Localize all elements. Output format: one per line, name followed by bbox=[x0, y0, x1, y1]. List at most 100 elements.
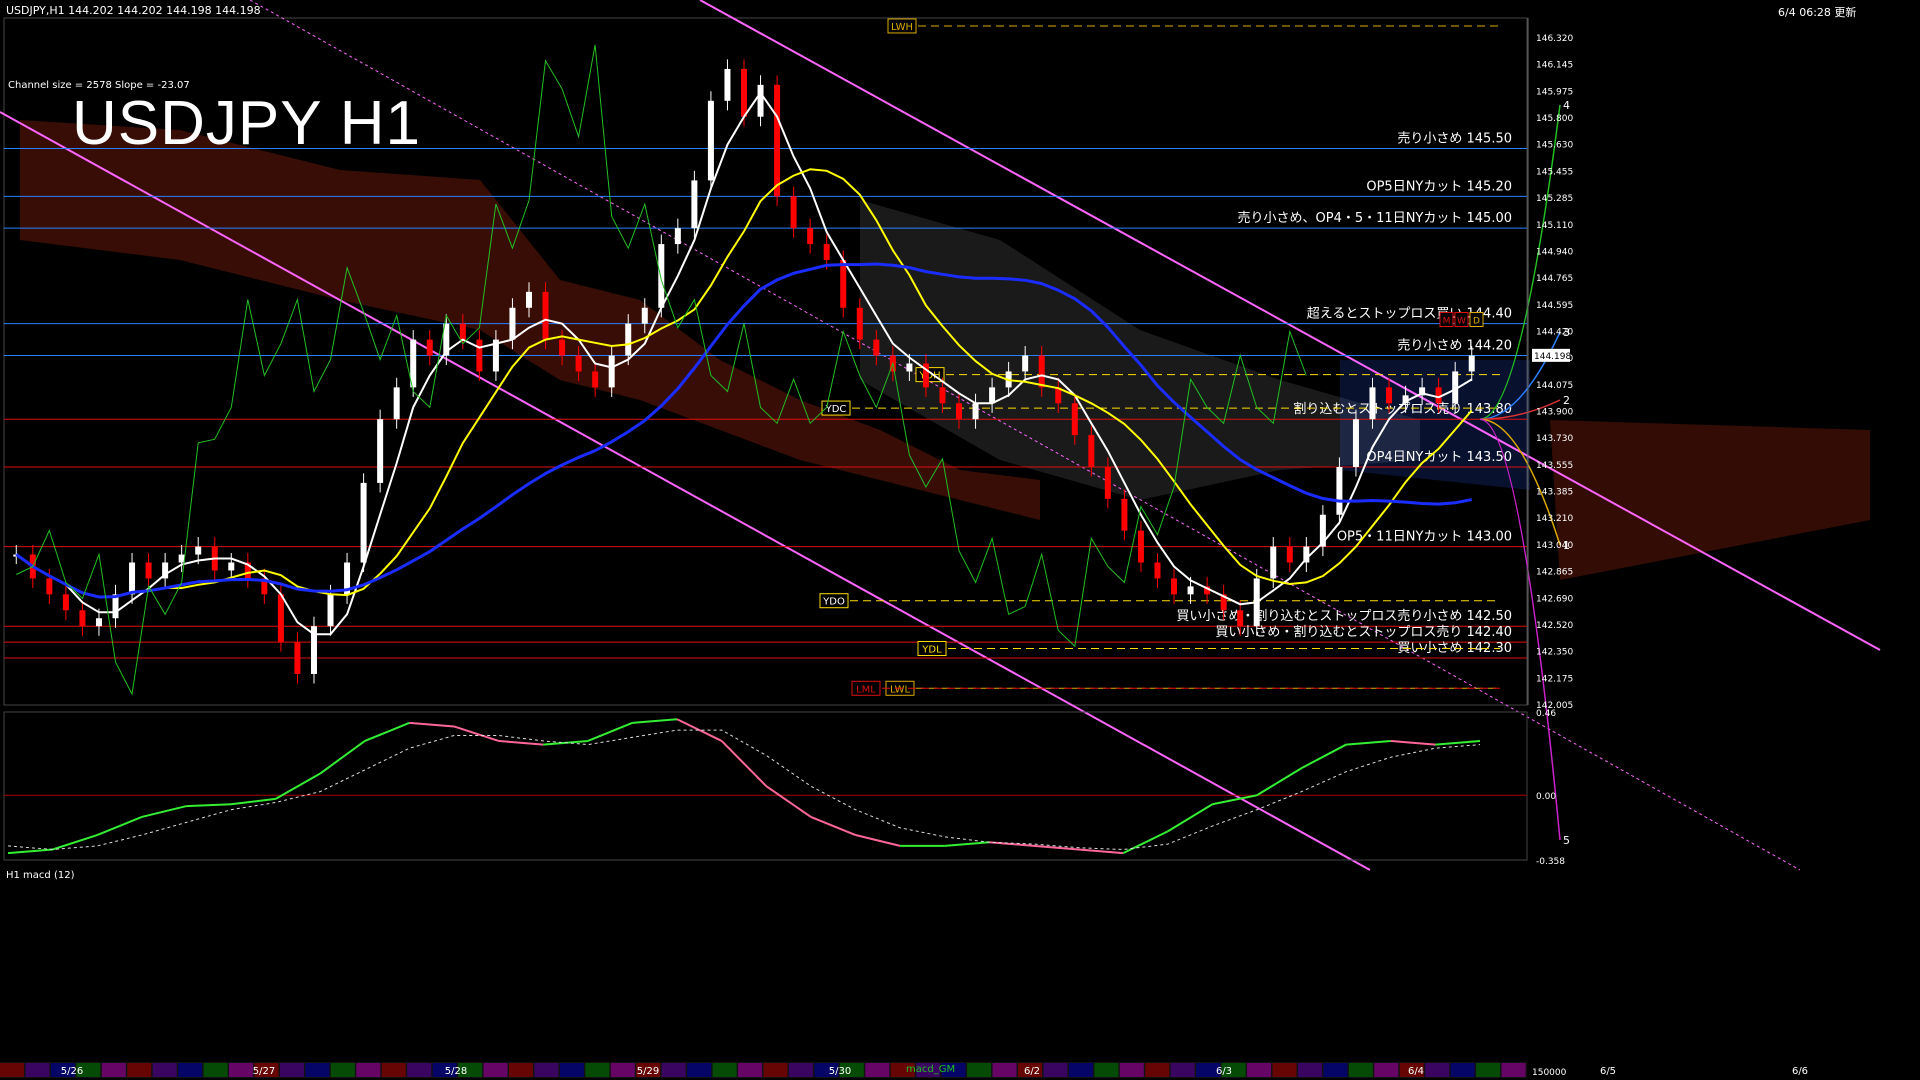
ichimoku-cloud-blue bbox=[1340, 360, 1530, 490]
date-label: 6/6 bbox=[1792, 1066, 1808, 1077]
price-tick-label: 145.975 bbox=[1536, 87, 1573, 97]
candle-body bbox=[327, 594, 334, 627]
price-tick-label: 146.320 bbox=[1536, 34, 1573, 44]
date-label: 6/5 bbox=[1600, 1066, 1616, 1077]
candle-body bbox=[377, 419, 384, 483]
date-label: 6/2 bbox=[1024, 1066, 1040, 1077]
date-bar-segment bbox=[1297, 1063, 1322, 1077]
candle-body bbox=[393, 387, 400, 420]
price-tick-label: 145.630 bbox=[1536, 141, 1573, 151]
date-label: 5/26 bbox=[61, 1066, 83, 1077]
price-tick-label: 143.210 bbox=[1536, 514, 1573, 524]
date-bar-segment bbox=[763, 1063, 788, 1077]
candle-body bbox=[62, 594, 69, 611]
candle-body bbox=[840, 260, 847, 308]
candle-body bbox=[1022, 355, 1029, 372]
candle-body bbox=[509, 307, 516, 340]
date-bar-segment bbox=[101, 1063, 126, 1077]
candle-body bbox=[1104, 466, 1111, 499]
date-bar-segment bbox=[1094, 1063, 1119, 1077]
date-bar-segment bbox=[865, 1063, 890, 1077]
date-bar-segment bbox=[1323, 1063, 1348, 1077]
date-bar-segment bbox=[712, 1063, 737, 1077]
date-bar-segment bbox=[1145, 1063, 1170, 1077]
date-bar-segment bbox=[559, 1063, 584, 1077]
candle-body bbox=[724, 68, 731, 101]
macd-tag: macd_GM bbox=[906, 1064, 956, 1075]
date-bar-segment bbox=[610, 1063, 635, 1077]
price-tick-label: 143.900 bbox=[1536, 408, 1573, 418]
date-label: 5/27 bbox=[253, 1066, 275, 1077]
candle-body bbox=[707, 100, 714, 181]
date-bar-segment bbox=[1476, 1063, 1501, 1077]
candle-body bbox=[674, 228, 681, 245]
tag-label: YDO bbox=[822, 597, 845, 608]
candle-body bbox=[691, 180, 698, 229]
candle-body bbox=[641, 307, 648, 324]
candle-body bbox=[939, 387, 946, 404]
macd-tick-label: 0.00 bbox=[1536, 792, 1556, 802]
candle-body bbox=[1237, 610, 1244, 627]
box-tag-label: W bbox=[1457, 317, 1466, 327]
candle-body bbox=[906, 363, 913, 372]
price-tick-label: 142.175 bbox=[1536, 674, 1573, 684]
candle-body bbox=[426, 339, 433, 356]
candle-body bbox=[1171, 578, 1178, 595]
tag-label: LWL bbox=[890, 684, 911, 695]
date-bar-segment bbox=[1450, 1063, 1475, 1077]
current-price-label: 144.198 bbox=[1534, 352, 1571, 362]
price-tick-label: 144.765 bbox=[1536, 274, 1573, 284]
candle-body bbox=[95, 618, 102, 627]
candle-body bbox=[277, 594, 284, 643]
date-bar-segment bbox=[1272, 1063, 1297, 1077]
price-tick-label: 144.595 bbox=[1536, 301, 1573, 311]
candle-body bbox=[823, 244, 830, 261]
price-tick-label: 145.110 bbox=[1536, 221, 1573, 231]
tag-label: LWH bbox=[891, 22, 913, 33]
date-bar-segment bbox=[1068, 1063, 1093, 1077]
date-bar-segment bbox=[687, 1063, 712, 1077]
level-label: OP4日NYカット 143.50 bbox=[1366, 450, 1512, 465]
date-bar-segment bbox=[305, 1063, 330, 1077]
price-tick-label: 143.555 bbox=[1536, 461, 1573, 471]
updated-time: 6/4 06:28 更新 bbox=[1778, 6, 1857, 19]
date-bar-segment bbox=[203, 1063, 228, 1077]
tag-label: YDC bbox=[825, 404, 847, 415]
candle-body bbox=[1386, 387, 1393, 404]
box-tag-label: D bbox=[1473, 317, 1480, 327]
date-bar-segment bbox=[967, 1063, 992, 1077]
price-tick-label: 143.040 bbox=[1536, 541, 1573, 551]
candle-body bbox=[608, 355, 615, 388]
candle-body bbox=[79, 610, 86, 627]
price-tick-label: 142.350 bbox=[1536, 648, 1573, 658]
candle-body bbox=[856, 307, 863, 340]
date-bar-segment bbox=[661, 1063, 686, 1077]
price-tick-label: 142.690 bbox=[1536, 594, 1573, 604]
date-bar-segment bbox=[585, 1063, 610, 1077]
price-tick-label: 142.520 bbox=[1536, 621, 1573, 631]
page-title: USDJPY H1 bbox=[72, 89, 421, 158]
price-tick-label: 144.420 bbox=[1536, 327, 1573, 337]
candle-body bbox=[476, 339, 483, 372]
date-bar-segment bbox=[738, 1063, 763, 1077]
candle-body bbox=[625, 323, 632, 356]
date-bar-segment bbox=[483, 1063, 508, 1077]
level-label: OP5日NYカット 145.20 bbox=[1366, 179, 1512, 194]
macd-tick-label: -0.358 bbox=[1536, 857, 1565, 867]
candle-body bbox=[46, 578, 53, 595]
candle-body bbox=[525, 291, 532, 308]
date-bar-segment bbox=[788, 1063, 813, 1077]
candle-body bbox=[145, 562, 152, 579]
candle-body bbox=[592, 371, 599, 388]
candle-body bbox=[972, 403, 979, 420]
candle-body bbox=[1038, 355, 1045, 388]
candle-body bbox=[575, 355, 582, 372]
candle-body bbox=[129, 562, 136, 595]
candle-body bbox=[1137, 530, 1144, 563]
level-label: 買い小さめ・割り込むとストップロス売り小さめ 142.50 bbox=[1176, 608, 1512, 624]
price-tick-label: 146.145 bbox=[1536, 61, 1573, 71]
price-tick-label: 143.385 bbox=[1536, 488, 1573, 498]
macd-label: H1 macd (12) bbox=[6, 870, 75, 881]
date-bar-segment bbox=[356, 1063, 381, 1077]
candle-body bbox=[1468, 355, 1475, 372]
